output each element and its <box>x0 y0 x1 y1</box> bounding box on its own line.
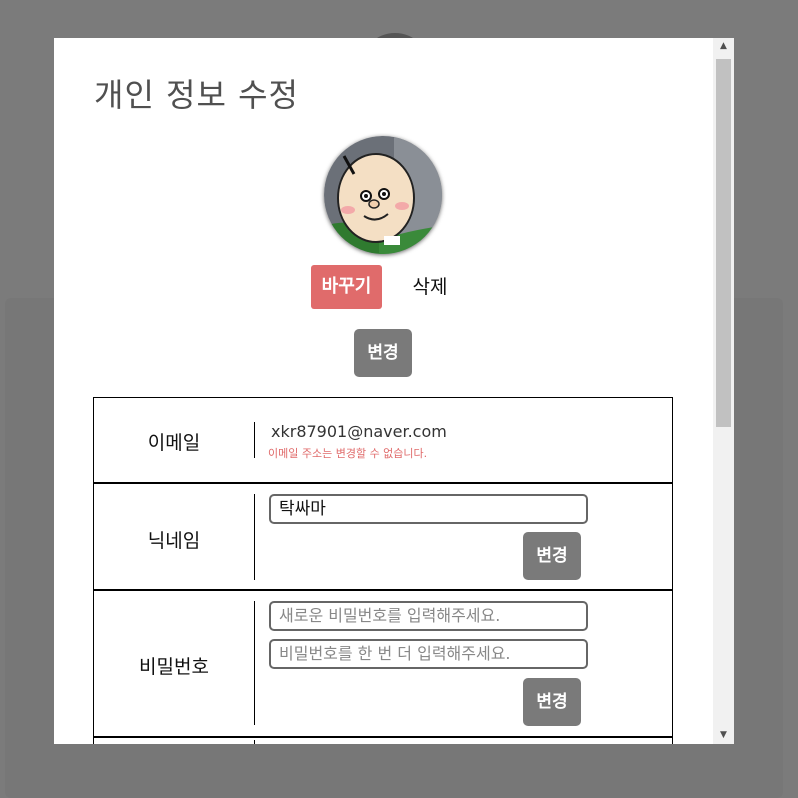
save-photo-button[interactable]: 변경 <box>354 329 412 377</box>
email-row: 이메일 xkr87901@naver.com 이메일 주소는 변경할 수 없습니… <box>93 397 673 483</box>
nickname-row: 닉네임 탁싸마 변경 <box>93 482 673 591</box>
next-row <box>93 736 673 744</box>
row-divider <box>254 601 255 725</box>
password-label: 비밀번호 <box>139 656 209 678</box>
scroll-up-arrow-icon[interactable]: ▲ <box>713 38 734 55</box>
email-value: xkr87901@naver.com <box>271 422 447 441</box>
row-divider <box>254 740 255 744</box>
save-nickname-button[interactable]: 변경 <box>523 532 581 580</box>
delete-photo-button[interactable]: 삭제 <box>404 265 456 309</box>
row-divider <box>254 494 255 580</box>
nickname-input[interactable]: 탁싸마 <box>269 494 588 524</box>
nickname-label: 닉네임 <box>147 530 201 552</box>
change-photo-button[interactable]: 바꾸기 <box>311 265 382 309</box>
modal-title: 개인 정보 수정 <box>94 76 299 114</box>
password-row: 비밀번호 새로운 비밀번호를 입력해주세요. 비밀번호를 한 번 더 입력해주세… <box>93 589 673 738</box>
row-divider <box>254 422 255 458</box>
email-label: 이메일 <box>147 432 201 454</box>
profile-avatar <box>324 136 442 254</box>
edit-profile-modal: 개인 정보 수정 바꾸기 삭제 변경 이메일 xkr87901@naver.co… <box>54 38 734 744</box>
scroll-down-arrow-icon[interactable]: ▼ <box>713 727 734 744</box>
scrollbar-thumb[interactable] <box>716 59 731 427</box>
email-note: 이메일 주소는 변경할 수 없습니다. <box>268 447 428 460</box>
modal-scrollbar[interactable]: ▲ ▼ <box>713 38 734 744</box>
new-password-input[interactable]: 새로운 비밀번호를 입력해주세요. <box>269 601 588 631</box>
avatar-illustration <box>324 136 442 254</box>
confirm-password-input[interactable]: 비밀번호를 한 번 더 입력해주세요. <box>269 639 588 669</box>
save-password-button[interactable]: 변경 <box>523 678 581 726</box>
